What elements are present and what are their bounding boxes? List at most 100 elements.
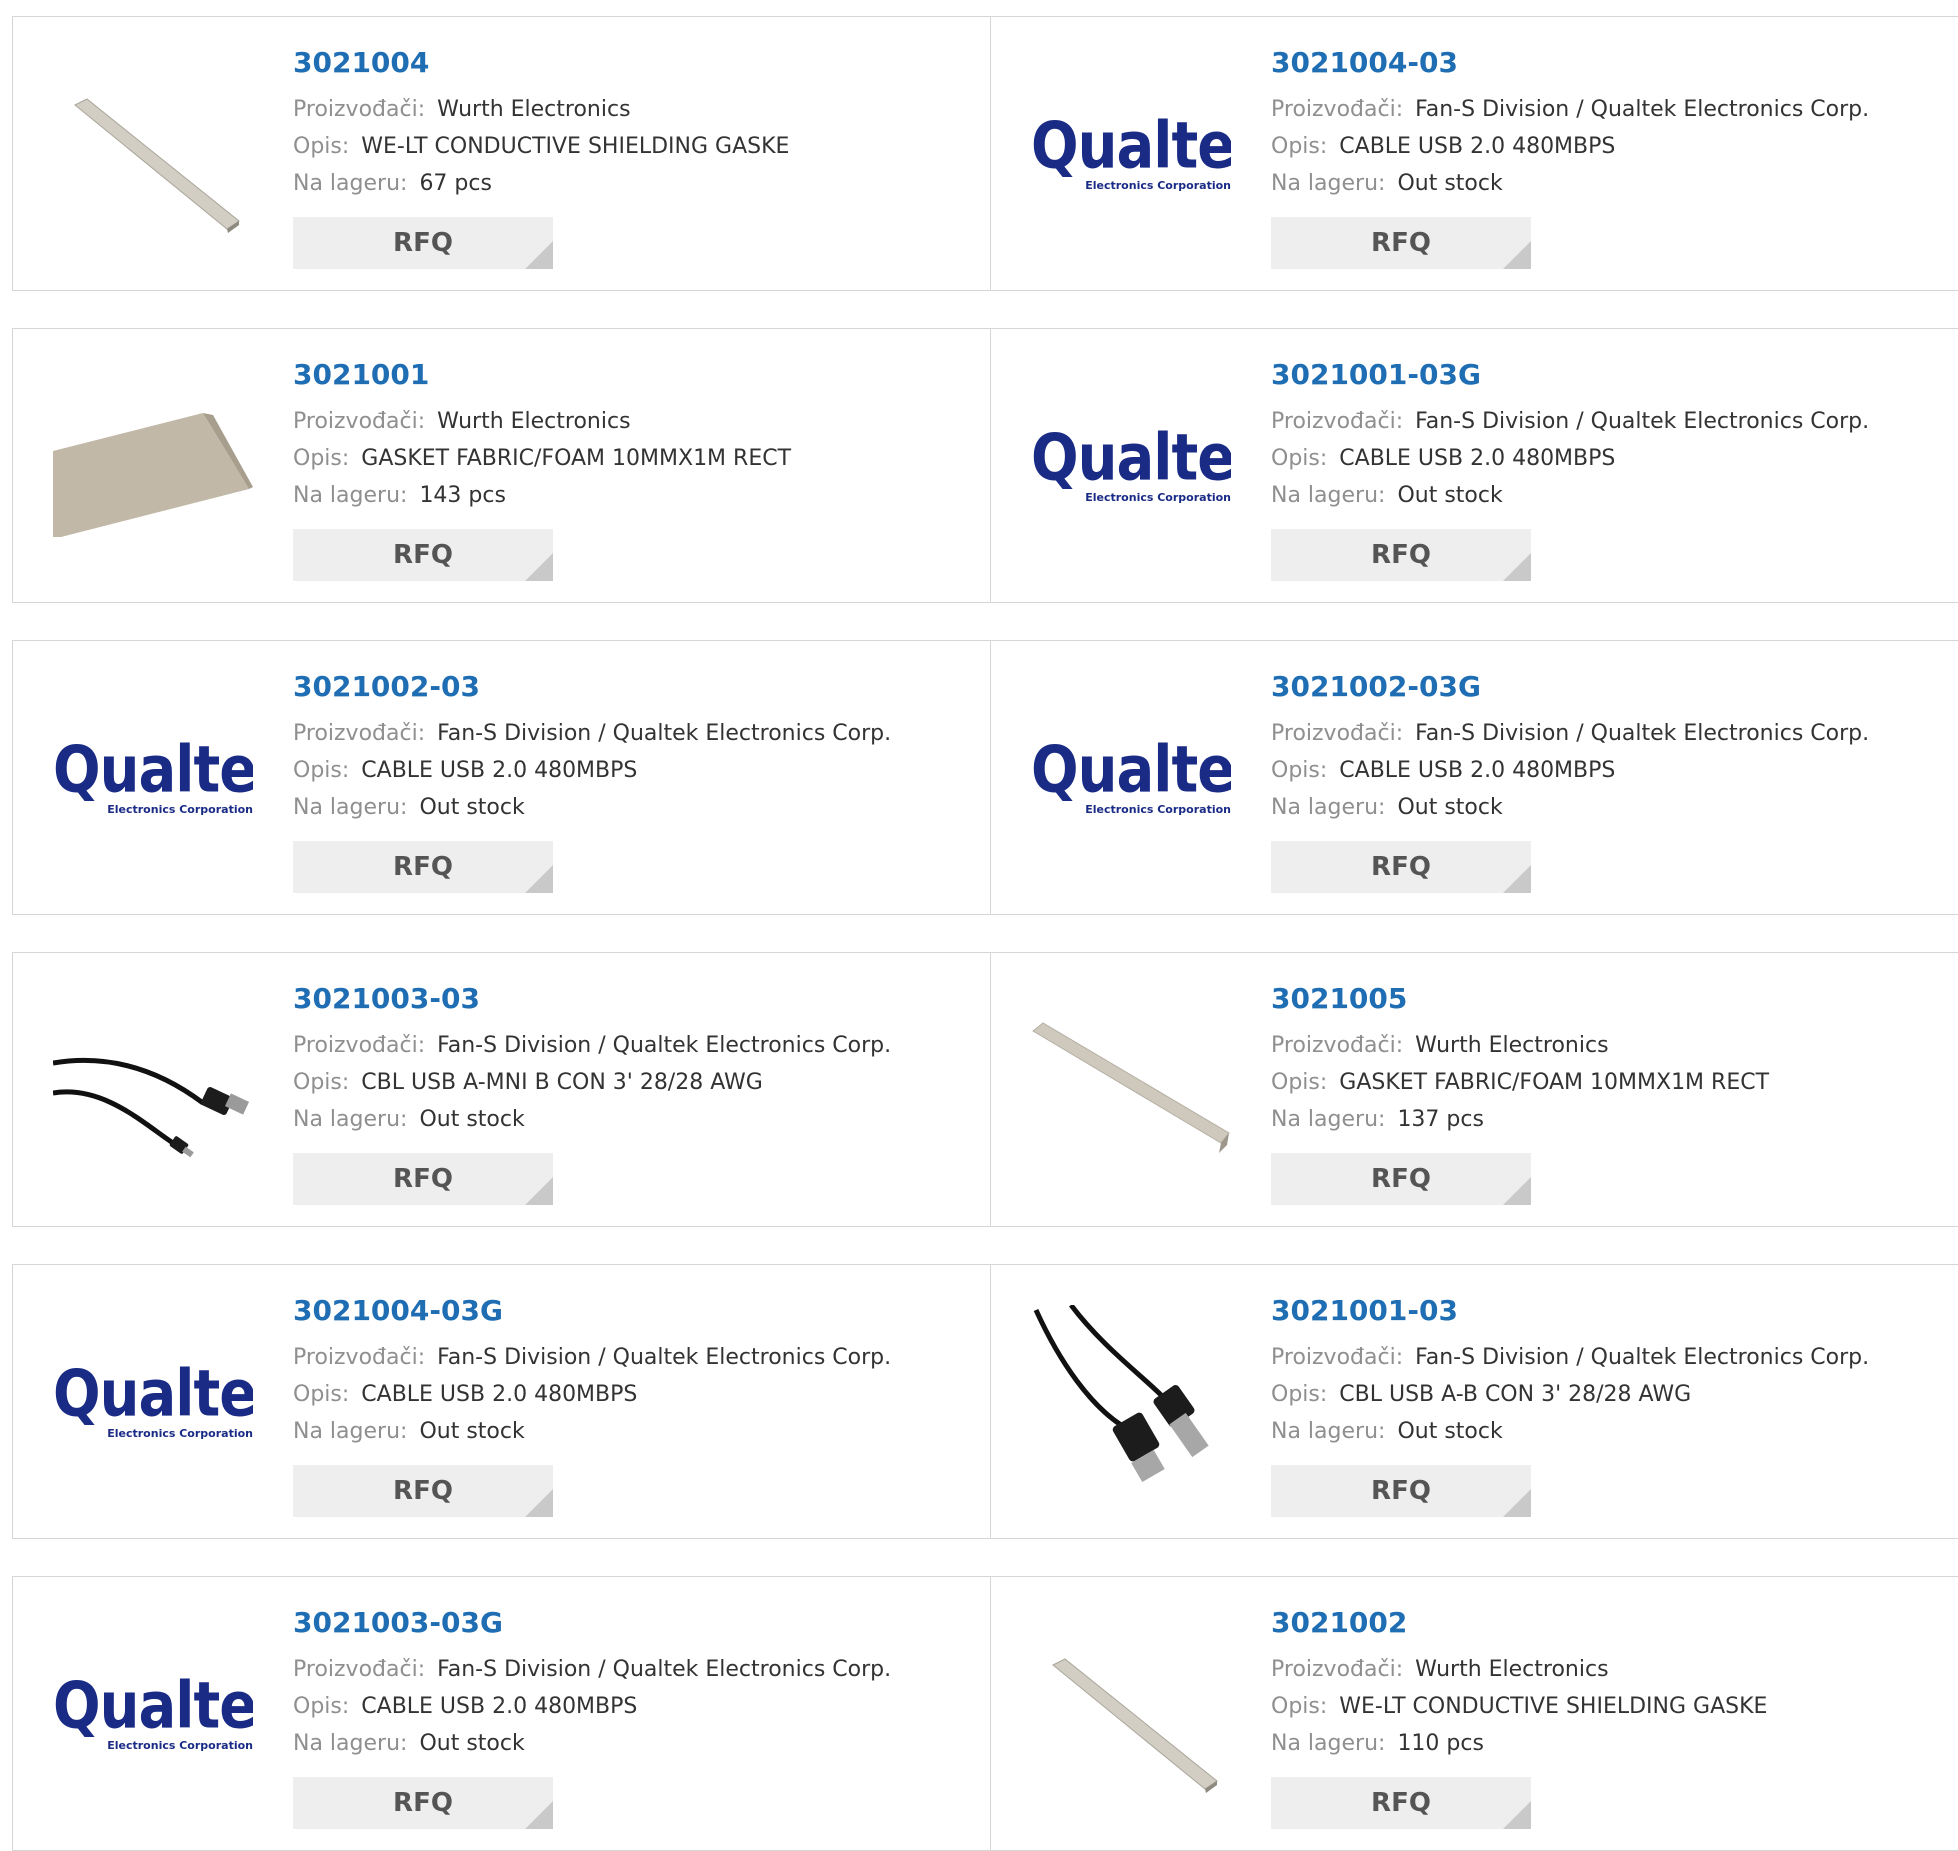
manufacturer-label: Proizvođači: bbox=[1271, 409, 1404, 434]
corner-triangle-icon bbox=[525, 865, 553, 893]
rfq-label: RFQ bbox=[393, 1788, 453, 1818]
corner-triangle-icon bbox=[525, 553, 553, 581]
stock-label: Na lageru: bbox=[293, 1107, 408, 1132]
rfq-label: RFQ bbox=[393, 1164, 453, 1194]
product-thumbnail[interactable] bbox=[53, 993, 253, 1193]
rfq-button[interactable]: RFQ bbox=[293, 217, 553, 269]
product-info: 3021004-03 Proizvođači: Fan-S Division / … bbox=[1271, 45, 1869, 202]
manufacturer-line: Proizvođači: Fan-S Division / Qualtek Ele… bbox=[293, 715, 891, 752]
part-number-link[interactable]: 3021001-03G bbox=[1271, 357, 1869, 393]
description-line: Opis: CBL USB A-MNI B CON 3' 28/28 AWG bbox=[293, 1064, 891, 1101]
product-card: 3021002 Proizvođači: Wurth Electronics Op… bbox=[990, 1576, 1958, 1851]
stock-line: Na lageru: 143 pcs bbox=[293, 477, 791, 514]
description-value: CABLE USB 2.0 480MBPS bbox=[1339, 446, 1616, 471]
product-thumbnail[interactable]: Qualtek Electronics Corporation bbox=[53, 681, 253, 881]
stock-label: Na lageru: bbox=[1271, 171, 1386, 196]
part-number-link[interactable]: 3021003-03G bbox=[293, 1605, 891, 1641]
stock-value: Out stock bbox=[419, 1107, 525, 1132]
qualtek-logo: Qualtek Electronics Corporation bbox=[53, 738, 253, 817]
part-number-link[interactable]: 3021004-03 bbox=[1271, 45, 1869, 81]
manufacturer-label: Proizvođači: bbox=[293, 1345, 426, 1370]
description-line: Opis: CABLE USB 2.0 480MBPS bbox=[1271, 128, 1869, 165]
manufacturer-value: Fan-S Division / Qualtek Electronics Cor… bbox=[1415, 409, 1870, 434]
product-thumbnail[interactable]: Qualtek Electronics Corporation bbox=[1031, 57, 1231, 257]
rfq-button[interactable]: RFQ bbox=[1271, 1153, 1531, 1205]
rfq-label: RFQ bbox=[1371, 1788, 1431, 1818]
stock-label: Na lageru: bbox=[1271, 1731, 1386, 1756]
product-row: 3021001 Proizvođači: Wurth Electronics Op… bbox=[12, 328, 1958, 603]
stock-line: Na lageru: Out stock bbox=[293, 1101, 891, 1138]
rfq-button[interactable]: RFQ bbox=[1271, 529, 1531, 581]
manufacturer-label: Proizvođači: bbox=[293, 1033, 426, 1058]
rfq-button[interactable]: RFQ bbox=[293, 529, 553, 581]
manufacturer-line: Proizvođači: Fan-S Division / Qualtek Ele… bbox=[1271, 715, 1869, 752]
stock-label: Na lageru: bbox=[293, 1731, 408, 1756]
part-number-link[interactable]: 3021001-03 bbox=[1271, 1293, 1869, 1329]
stock-line: Na lageru: Out stock bbox=[1271, 477, 1869, 514]
part-number-link[interactable]: 3021003-03 bbox=[293, 981, 891, 1017]
rfq-button[interactable]: RFQ bbox=[1271, 217, 1531, 269]
rfq-label: RFQ bbox=[393, 540, 453, 570]
product-card: Qualtek Electronics Corporation 3021001-… bbox=[990, 328, 1958, 603]
stock-label: Na lageru: bbox=[293, 171, 408, 196]
manufacturer-label: Proizvođači: bbox=[293, 97, 426, 122]
manufacturer-value: Fan-S Division / Qualtek Electronics Cor… bbox=[437, 1345, 892, 1370]
stock-value: Out stock bbox=[419, 1419, 525, 1444]
stock-value: 110 pcs bbox=[1397, 1731, 1484, 1756]
description-label: Opis: bbox=[293, 1070, 350, 1095]
rfq-button[interactable]: RFQ bbox=[293, 1465, 553, 1517]
manufacturer-value: Wurth Electronics bbox=[437, 97, 631, 122]
description-value: CBL USB A-B CON 3' 28/28 AWG bbox=[1339, 1382, 1692, 1407]
manufacturer-label: Proizvođači: bbox=[1271, 721, 1404, 746]
product-thumbnail[interactable] bbox=[1031, 1305, 1231, 1505]
part-number-link[interactable]: 3021002-03G bbox=[1271, 669, 1869, 705]
product-thumbnail[interactable]: Qualtek Electronics Corporation bbox=[1031, 681, 1231, 881]
rfq-button[interactable]: RFQ bbox=[293, 841, 553, 893]
description-line: Opis: WE-LT CONDUCTIVE SHIELDING GASKE bbox=[1271, 1688, 1767, 1725]
product-thumbnail[interactable]: Qualtek Electronics Corporation bbox=[53, 1305, 253, 1505]
stock-line: Na lageru: Out stock bbox=[293, 1413, 891, 1450]
description-label: Opis: bbox=[293, 1382, 350, 1407]
description-value: CABLE USB 2.0 480MBPS bbox=[1339, 758, 1616, 783]
part-number-link[interactable]: 3021002 bbox=[1271, 1605, 1767, 1641]
product-row: Qualtek Electronics Corporation 3021004-… bbox=[12, 1264, 1958, 1539]
manufacturer-value: Fan-S Division / Qualtek Electronics Cor… bbox=[437, 1033, 892, 1058]
product-row: Qualtek Electronics Corporation 3021002-… bbox=[12, 640, 1958, 915]
description-value: WE-LT CONDUCTIVE SHIELDING GASKE bbox=[361, 134, 790, 159]
part-number-link[interactable]: 3021001 bbox=[293, 357, 791, 393]
manufacturer-line: Proizvođači: Fan-S Division / Qualtek Ele… bbox=[1271, 403, 1869, 440]
product-info: 3021001-03G Proizvođači: Fan-S Division /… bbox=[1271, 357, 1869, 514]
logo-wordmark: Qualtek bbox=[53, 1669, 253, 1744]
description-label: Opis: bbox=[1271, 446, 1328, 471]
corner-triangle-icon bbox=[525, 1489, 553, 1517]
logo-wordmark: Qualtek bbox=[1031, 733, 1231, 808]
product-card: 3021003-03 Proizvođači: Fan-S Division / … bbox=[12, 952, 991, 1227]
part-number-link[interactable]: 3021002-03 bbox=[293, 669, 891, 705]
product-thumbnail[interactable]: Qualtek Electronics Corporation bbox=[1031, 369, 1231, 569]
product-thumbnail[interactable] bbox=[53, 57, 253, 257]
product-info: 3021004-03G Proizvođači: Fan-S Division /… bbox=[293, 1293, 891, 1450]
product-thumbnail[interactable] bbox=[1031, 993, 1231, 1193]
product-thumbnail[interactable]: Qualtek Electronics Corporation bbox=[53, 1617, 253, 1817]
stock-line: Na lageru: 110 pcs bbox=[1271, 1725, 1767, 1762]
product-thumbnail[interactable] bbox=[1031, 1617, 1231, 1817]
description-value: WE-LT CONDUCTIVE SHIELDING GASKE bbox=[1339, 1694, 1768, 1719]
usb-ab-cable-image bbox=[1031, 1305, 1231, 1505]
part-number-link[interactable]: 3021005 bbox=[1271, 981, 1769, 1017]
description-line: Opis: CABLE USB 2.0 480MBPS bbox=[1271, 752, 1869, 789]
corner-triangle-icon bbox=[1503, 1177, 1531, 1205]
product-thumbnail[interactable] bbox=[53, 369, 253, 569]
description-label: Opis: bbox=[1271, 1382, 1328, 1407]
rfq-button[interactable]: RFQ bbox=[1271, 1777, 1531, 1829]
part-number-link[interactable]: 3021004 bbox=[293, 45, 789, 81]
rfq-label: RFQ bbox=[1371, 540, 1431, 570]
rfq-button[interactable]: RFQ bbox=[293, 1153, 553, 1205]
stock-line: Na lageru: 67 pcs bbox=[293, 165, 789, 202]
rfq-label: RFQ bbox=[393, 1476, 453, 1506]
rfq-button[interactable]: RFQ bbox=[1271, 841, 1531, 893]
description-line: Opis: CABLE USB 2.0 480MBPS bbox=[293, 1376, 891, 1413]
part-number-link[interactable]: 3021004-03G bbox=[293, 1293, 891, 1329]
rfq-button[interactable]: RFQ bbox=[1271, 1465, 1531, 1517]
product-card: 3021005 Proizvođači: Wurth Electronics Op… bbox=[990, 952, 1958, 1227]
rfq-button[interactable]: RFQ bbox=[293, 1777, 553, 1829]
